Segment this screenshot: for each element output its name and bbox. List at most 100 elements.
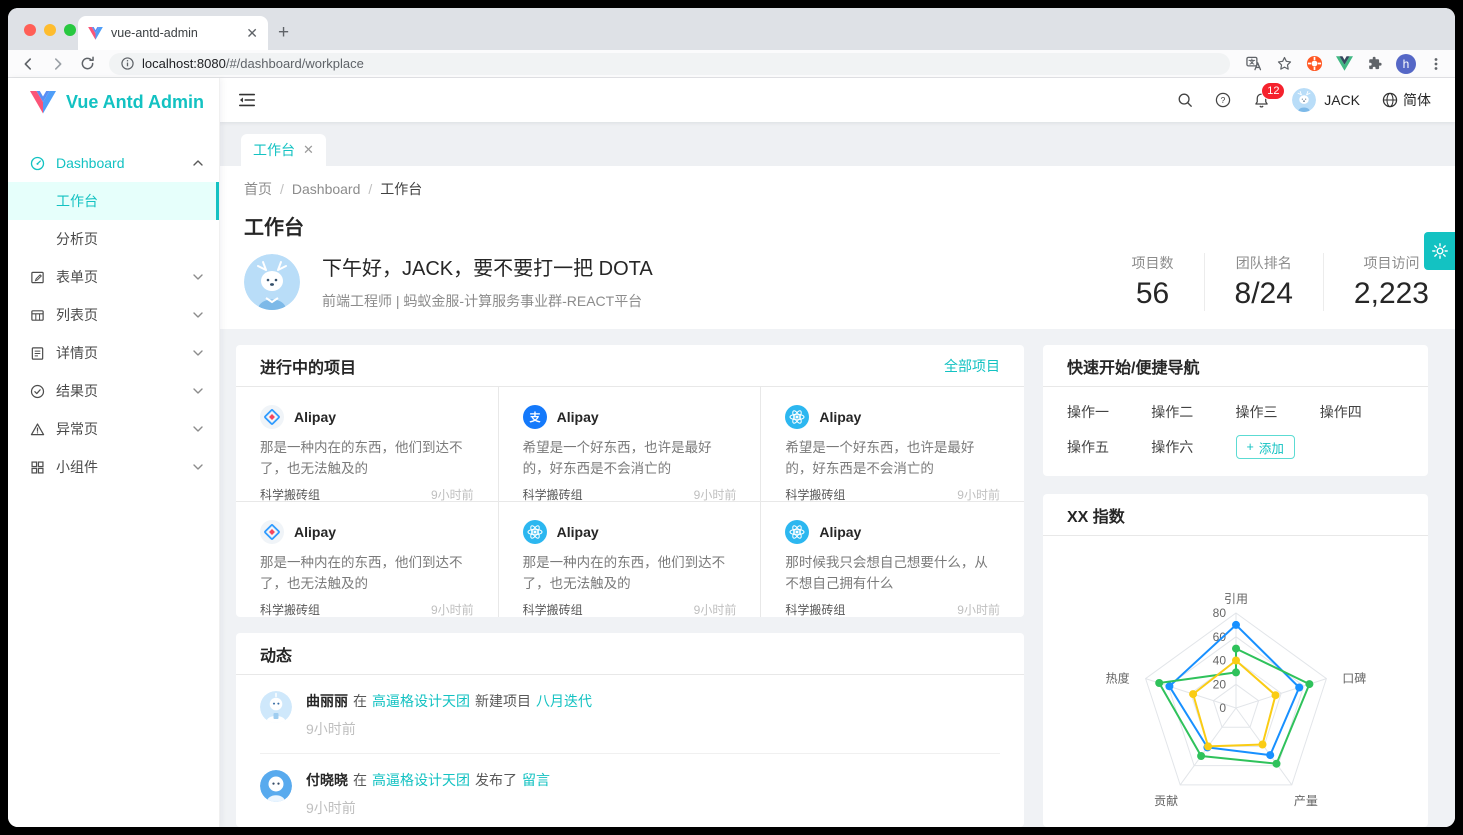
help-icon[interactable]: ? bbox=[1215, 92, 1231, 108]
quick-link-4[interactable]: 操作四 bbox=[1320, 402, 1404, 422]
browser-tabstrip: vue-antd-admin ✕ + bbox=[8, 8, 1455, 50]
feed-title: 动态 bbox=[260, 642, 292, 666]
project-card[interactable]: Alipay 那是一种内在的东西，他们到达不了，也无法触及的 科学搬砖组9小时前 bbox=[236, 387, 499, 502]
antd-logo-icon bbox=[260, 520, 284, 544]
sidebar-item-analysis[interactable]: 分析页 bbox=[8, 220, 219, 258]
app-logo-text: Vue Antd Admin bbox=[66, 92, 204, 113]
sidebar-item-form[interactable]: 表单页 bbox=[8, 258, 219, 296]
sidebar-item-workplace[interactable]: 工作台 bbox=[8, 182, 219, 220]
svg-text:20: 20 bbox=[1213, 677, 1227, 691]
feed-user-name[interactable]: 曲丽丽 bbox=[306, 693, 348, 709]
svg-text:40: 40 bbox=[1213, 654, 1227, 668]
add-button[interactable]: +添加 bbox=[1236, 435, 1295, 459]
dashboard-icon bbox=[30, 156, 46, 171]
project-card[interactable]: Alipay 那是一种内在的东西，他们到达不了，也无法触及的 科学搬砖组9小时前 bbox=[236, 502, 499, 617]
quick-nav-title: 快速开始/便捷导航 bbox=[1067, 354, 1199, 378]
project-group-link[interactable]: 科学搬砖组 bbox=[785, 486, 845, 503]
project-group-link[interactable]: 科学搬砖组 bbox=[260, 601, 320, 618]
feed-group-link[interactable]: 高逼格设计天团 bbox=[372, 772, 470, 788]
sidebar-item-result[interactable]: 结果页 bbox=[8, 372, 219, 410]
bookmark-star-icon[interactable] bbox=[1276, 55, 1293, 72]
chevron-down-icon bbox=[193, 274, 203, 280]
project-group-link[interactable]: 科学搬砖组 bbox=[260, 486, 320, 503]
theme-settings-button[interactable] bbox=[1424, 232, 1455, 270]
language-switcher[interactable]: 简体 bbox=[1382, 90, 1431, 110]
close-window-button[interactable] bbox=[24, 24, 36, 36]
forward-button[interactable] bbox=[50, 56, 66, 72]
new-tab-button[interactable]: + bbox=[278, 22, 289, 44]
translate-icon[interactable] bbox=[1246, 55, 1263, 72]
chevron-down-icon bbox=[193, 426, 203, 432]
browser-profile-avatar[interactable]: h bbox=[1396, 54, 1416, 74]
user-avatar-large bbox=[244, 254, 300, 310]
sidebar-item-label: 结果页 bbox=[56, 381, 98, 401]
maximize-window-button[interactable] bbox=[64, 24, 76, 36]
search-icon[interactable] bbox=[1177, 92, 1193, 108]
sidebar-collapse-icon[interactable] bbox=[238, 92, 256, 108]
index-card-title: XX 指数 bbox=[1067, 503, 1125, 527]
svg-text:口碑: 口碑 bbox=[1342, 671, 1366, 686]
browser-window: vue-antd-admin ✕ + localhost:8080/#/dash… bbox=[8, 8, 1455, 827]
svg-text:0: 0 bbox=[1219, 701, 1226, 715]
browser-menu-icon[interactable] bbox=[1429, 57, 1443, 71]
browser-tab-title: vue-antd-admin bbox=[111, 26, 238, 40]
chevron-down-icon bbox=[193, 312, 203, 318]
breadcrumb-home[interactable]: 首页 bbox=[244, 181, 272, 197]
sidebar-item-label: 列表页 bbox=[56, 305, 98, 325]
project-card[interactable]: Alipay 希望是一个好东西，也许是最好的，好东西是不会消亡的 科学搬砖组9小… bbox=[761, 387, 1024, 502]
header-stats: 项目数 56 团队排名 8/24 项目访问 2,223 bbox=[1102, 253, 1431, 311]
extensions-puzzle-icon[interactable] bbox=[1366, 55, 1383, 72]
page-tab-workplace[interactable]: 工作台 ✕ bbox=[241, 134, 326, 166]
page-tabstrip: 工作台 ✕ bbox=[220, 122, 1455, 166]
notifications-bell-icon[interactable]: 12 bbox=[1253, 92, 1270, 109]
app-logo[interactable]: Vue Antd Admin bbox=[8, 78, 219, 126]
svg-text:贡献: 贡献 bbox=[1154, 793, 1178, 808]
sidebar-item-exception[interactable]: 异常页 bbox=[8, 410, 219, 448]
quick-link-3[interactable]: 操作三 bbox=[1236, 402, 1320, 422]
gear-icon bbox=[1431, 242, 1449, 260]
site-info-icon[interactable] bbox=[121, 57, 134, 70]
project-card[interactable]: 支Alipay 希望是一个好东西，也许是最好的，好东西是不会消亡的 科学搬砖组9… bbox=[499, 387, 762, 502]
chevron-up-icon bbox=[193, 160, 203, 166]
sidebar-item-label: 详情页 bbox=[56, 343, 98, 363]
svg-text:产量: 产量 bbox=[1294, 794, 1318, 808]
project-card[interactable]: Alipay 那时候我只会想自己想要什么，从不想自己拥有什么 科学搬砖组9小时前 bbox=[761, 502, 1024, 617]
svg-text:支: 支 bbox=[528, 410, 541, 424]
extension-adblock-icon[interactable] bbox=[1306, 55, 1323, 72]
url-host: localhost:8080 bbox=[142, 56, 226, 71]
minimize-window-button[interactable] bbox=[44, 24, 56, 36]
projects-card: 进行中的项目 全部项目 Alipay 那是一种内在的东西，他们到达不了，也无法触… bbox=[236, 345, 1024, 617]
project-group-link[interactable]: 科学搬砖组 bbox=[523, 486, 583, 503]
sidebar-item-dashboard[interactable]: Dashboard bbox=[8, 144, 219, 182]
feed-user-name[interactable]: 付晓晓 bbox=[306, 772, 348, 788]
project-card[interactable]: Alipay 那是一种内在的东西，他们到达不了，也无法触及的 科学搬砖组9小时前 bbox=[499, 502, 762, 617]
all-projects-link[interactable]: 全部项目 bbox=[944, 356, 1000, 376]
greeting-subtitle: 前端工程师 | 蚂蚁金服-计算服务事业群-REACT平台 bbox=[322, 291, 653, 311]
feed-user-avatar[interactable] bbox=[260, 770, 292, 802]
feed-group-link[interactable]: 高逼格设计天团 bbox=[372, 693, 470, 709]
quick-link-5[interactable]: 操作五 bbox=[1067, 437, 1151, 457]
project-group-link[interactable]: 科学搬砖组 bbox=[523, 601, 583, 618]
page-tab-close-icon[interactable]: ✕ bbox=[303, 142, 314, 158]
back-button[interactable] bbox=[20, 56, 36, 72]
address-bar[interactable]: localhost:8080/#/dashboard/workplace bbox=[109, 53, 1230, 75]
breadcrumb-dashboard[interactable]: Dashboard bbox=[292, 181, 361, 197]
svg-text:?: ? bbox=[1221, 95, 1226, 105]
user-menu[interactable]: JACK bbox=[1292, 88, 1360, 112]
reload-button[interactable] bbox=[80, 56, 95, 71]
feed-target-link[interactable]: 八月迭代 bbox=[536, 693, 592, 709]
tab-close-icon[interactable]: ✕ bbox=[246, 25, 258, 42]
extension-vue-devtools-icon[interactable] bbox=[1336, 56, 1353, 71]
browser-tab[interactable]: vue-antd-admin ✕ bbox=[78, 16, 268, 50]
sidebar-item-detail[interactable]: 详情页 bbox=[8, 334, 219, 372]
project-group-link[interactable]: 科学搬砖组 bbox=[785, 601, 845, 618]
sidebar-item-widgets[interactable]: 小组件 bbox=[8, 448, 219, 486]
feed-user-avatar[interactable] bbox=[260, 691, 292, 723]
quick-link-2[interactable]: 操作二 bbox=[1151, 402, 1235, 422]
plus-icon: + bbox=[1247, 440, 1254, 454]
quick-link-1[interactable]: 操作一 bbox=[1067, 402, 1151, 422]
sidebar-item-list[interactable]: 列表页 bbox=[8, 296, 219, 334]
vue-logo-icon bbox=[30, 91, 56, 114]
feed-target-link[interactable]: 留言 bbox=[522, 772, 550, 788]
quick-link-6[interactable]: 操作六 bbox=[1151, 437, 1235, 457]
